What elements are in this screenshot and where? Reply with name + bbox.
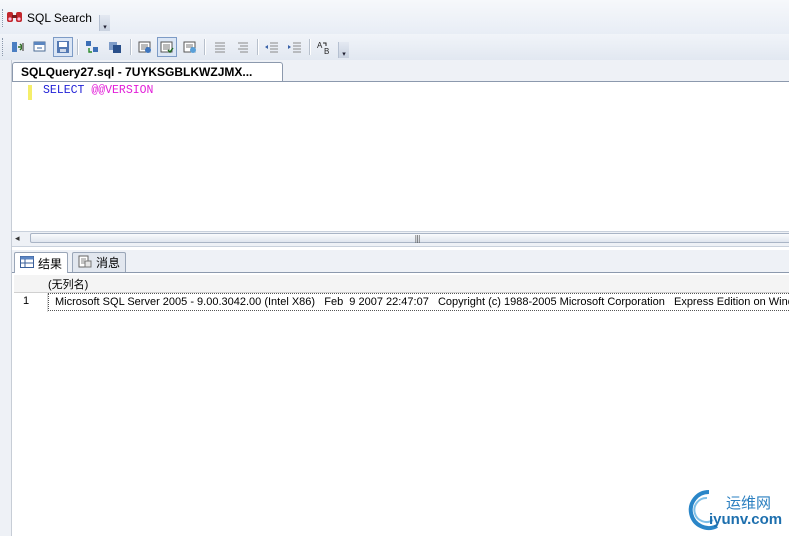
- result-cell[interactable]: Microsoft SQL Server 2005 - 9.00.3042.00…: [48, 293, 789, 311]
- tab-messages[interactable]: 消息: [72, 252, 127, 272]
- toolbar-options-dropdown[interactable]: ▾: [99, 15, 110, 31]
- tab-results[interactable]: 结果: [14, 252, 69, 273]
- client-stats-icon[interactable]: [180, 37, 200, 57]
- results-to-grid-icon[interactable]: [105, 37, 125, 57]
- change-marker: [28, 85, 32, 100]
- increase-indent-icon[interactable]: [285, 37, 305, 57]
- toolbar-separator: [77, 39, 79, 55]
- connect-icon[interactable]: [8, 37, 28, 57]
- tab-results-label: 结果: [38, 256, 63, 271]
- scrollbar-thumb[interactable]: |||: [30, 233, 789, 243]
- decrease-indent-icon[interactable]: [262, 37, 282, 57]
- watermark-name: 运维网: [726, 494, 772, 512]
- svg-text:A: A: [317, 41, 323, 50]
- query-toolbar: AB ▾: [0, 34, 789, 61]
- uncomment-icon[interactable]: [233, 37, 253, 57]
- comment-icon[interactable]: [210, 37, 230, 57]
- svg-text:B: B: [324, 47, 329, 55]
- results-tabstrip: [12, 250, 789, 273]
- include-plan-icon[interactable]: [157, 37, 177, 57]
- scroll-left-arrow-icon[interactable]: ◂: [15, 234, 20, 244]
- display-plan-icon[interactable]: [135, 37, 155, 57]
- code-line[interactable]: SELECT @@VERSION: [43, 84, 153, 97]
- query-editor[interactable]: SELECT @@VERSION: [12, 81, 789, 232]
- thumb-grip-icon: |||: [414, 234, 421, 243]
- tab-messages-label: 消息: [96, 256, 121, 270]
- sql-search-toolbar: SQL Search ▾: [0, 0, 789, 34]
- grid-icon: [20, 255, 34, 271]
- toolbar-separator: [130, 39, 132, 55]
- toolbar-grip[interactable]: [2, 38, 6, 56]
- query-document-tab[interactable]: SQLQuery27.sql - 7UYKSGBLKWZJMX...: [12, 62, 283, 82]
- messages-icon: [78, 255, 92, 271]
- save-results-icon[interactable]: [53, 37, 73, 57]
- watermark-url: iyunv.com: [709, 511, 783, 528]
- disconnect-icon[interactable]: [30, 37, 50, 57]
- results-grid[interactable]: [12, 273, 789, 536]
- sql-search-label: SQL Search: [27, 11, 92, 25]
- toolbar-options-dropdown[interactable]: ▾: [338, 42, 349, 58]
- left-dock-edge: [0, 60, 12, 536]
- column-header[interactable]: (无列名): [48, 276, 88, 292]
- editor-horizontal-scrollbar[interactable]: ◂ |||: [12, 231, 789, 247]
- sql-keyword: SELECT: [43, 84, 85, 97]
- results-to-text-icon[interactable]: [82, 37, 102, 57]
- toolbar-separator: [257, 39, 259, 55]
- specify-values-icon[interactable]: AB: [314, 37, 334, 57]
- toolbar-separator: [309, 39, 311, 55]
- row-number[interactable]: 1: [23, 295, 29, 307]
- toolbar-separator: [204, 39, 206, 55]
- sql-function: @@VERSION: [91, 84, 154, 97]
- grid-header-row: [14, 275, 789, 293]
- row-header-column: [14, 292, 48, 312]
- sql-search-button[interactable]: SQL Search: [6, 7, 92, 29]
- sql-search-icon: [6, 9, 24, 28]
